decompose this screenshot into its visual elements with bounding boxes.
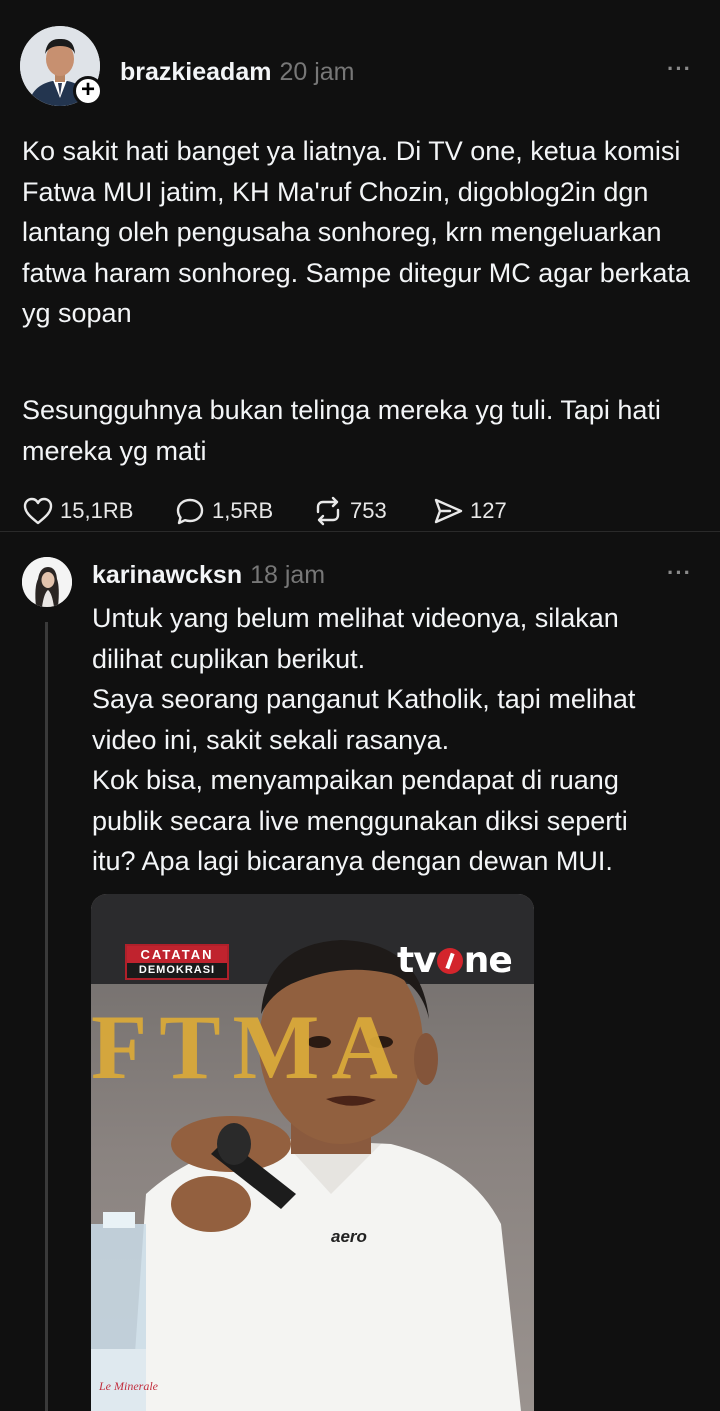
channel-logo-right: ne <box>463 940 513 981</box>
reply-line: publik secara live menggunakan diksi sep… <box>92 805 628 836</box>
like-button[interactable]: 15,1RB <box>22 493 133 529</box>
share-count: 127 <box>470 498 507 523</box>
share-icon <box>434 498 463 524</box>
post-header: brazkieadam 20 jam <box>120 58 355 87</box>
reply-line: Kok bisa, menyampaikan pendapat di ruang <box>92 765 619 795</box>
show-logo: CATATAN DEMOKRASI <box>125 944 229 980</box>
thread-connector-line <box>45 622 48 1411</box>
bottle-label: Le Minerale <box>99 1379 158 1393</box>
repost-icon <box>316 496 340 526</box>
channel-logo-dot-icon <box>436 948 463 974</box>
like-count: 15,1RB <box>60 498 134 523</box>
comment-icon <box>176 498 204 525</box>
reply-count: 1,5RB <box>212 498 274 523</box>
backdrop-letters: FTMA <box>91 996 410 1098</box>
reply-line: video ini, sakit sekali rasanya. <box>92 724 450 755</box>
repost-button[interactable]: 753 <box>312 493 387 529</box>
reply-line: Saya seorang panganut Katholik, tapi mel… <box>92 684 636 714</box>
repost-count: 753 <box>350 498 387 523</box>
follow-plus-icon[interactable]: + <box>73 76 103 106</box>
thread-post: + brazkieadam 20 jam ··· Ko sakit hati ba… <box>0 0 720 532</box>
channel-logo-left: tv <box>397 940 437 981</box>
reply-timestamp: 18 jam <box>250 561 326 589</box>
channel-logo: tv ne <box>397 940 513 981</box>
reply-avatar[interactable] <box>22 557 72 607</box>
show-logo-bottom: DEMOKRASI <box>138 964 216 976</box>
username[interactable]: brazkieadam <box>120 58 271 86</box>
post-text: Ko sakit hati banget ya liatnya. Di TV o… <box>22 136 690 328</box>
post-text-second: Sesungguhnya bukan telinga mereka yg tul… <box>22 395 661 466</box>
reply-text: Untuk yang belum melihat videonya, silak… <box>92 598 712 882</box>
timestamp: 20 jam <box>279 58 355 86</box>
reply-username[interactable]: karinawcksn <box>92 561 242 589</box>
video-thumbnail[interactable]: FTMA CATATAN DEMOKRASI tv ne aero Le Mine… <box>91 894 534 1411</box>
reply-header: karinawcksn 18 jam <box>92 561 325 590</box>
shirt-logo: aero <box>331 1227 367 1246</box>
reply-line: dilihat cuplikan berikut. <box>92 643 366 674</box>
share-button[interactable]: 127 <box>432 493 507 529</box>
reply-line: itu? Apa lagi bicaranya dengan dewan MUI… <box>92 846 613 876</box>
more-options-icon[interactable]: ··· <box>667 56 692 82</box>
reply-button[interactable]: 1,5RB <box>174 493 273 529</box>
reply-line: Untuk yang belum melihat videonya, silak… <box>92 603 619 633</box>
show-logo-top: CATATAN <box>127 946 227 963</box>
action-bar: 15,1RB 1,5RB 753 127 <box>22 493 712 529</box>
heart-icon <box>23 497 53 525</box>
reply-more-options-icon[interactable]: ··· <box>667 560 692 586</box>
